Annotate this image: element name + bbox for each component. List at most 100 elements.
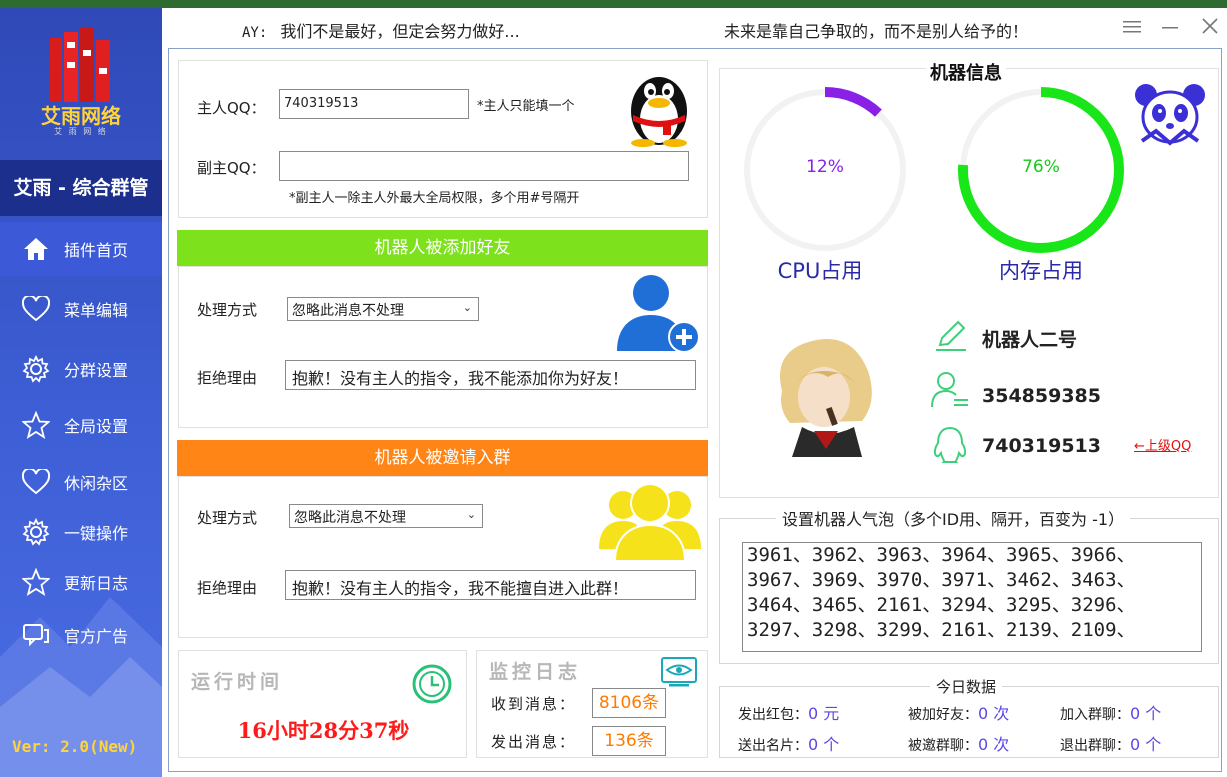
machine-title: 机器信息: [926, 59, 1006, 85]
home-icon: [18, 231, 54, 267]
stat-value: 0 次: [978, 735, 1010, 754]
stat-label: 被加好友：: [908, 707, 978, 723]
logo-subtitle: 艾 雨 网 络: [54, 127, 108, 136]
sidebar-item-leisure[interactable]: 休闲杂区: [0, 455, 162, 509]
group-icon: [599, 483, 701, 562]
owner-qq-link[interactable]: ←上级QQ: [1134, 435, 1191, 454]
close-icon[interactable]: [1198, 16, 1222, 40]
sidebar-item-official-ads[interactable]: 官方广告: [0, 608, 162, 662]
stat-value: 0 个: [1130, 735, 1162, 754]
sidebar-item-menu-edit[interactable]: 菜单编辑: [0, 282, 162, 336]
qq-penguin-icon: [631, 77, 687, 147]
bot-avatar: [762, 331, 888, 457]
logo-name: 艾雨网络: [41, 104, 121, 128]
chevron-down-icon: ⌄: [462, 301, 472, 314]
sub-qq-input[interactable]: [279, 151, 689, 181]
sub-qq-hint: *副主人一除主人外最大全局权限，多个用#号隔开: [289, 191, 580, 206]
minimize-icon[interactable]: [1158, 16, 1182, 40]
sidebar-item-global-settings[interactable]: 全局设置: [0, 398, 162, 452]
logo-icon: [50, 28, 110, 102]
sent-count: 136条: [592, 726, 666, 756]
sidebar-item-one-click[interactable]: 一键操作: [0, 505, 162, 559]
sidebar-item-label: 全局设置: [64, 417, 129, 436]
invite-band: 机器人被邀请入群: [177, 440, 708, 476]
runtime-value: 16小时28分37秒: [237, 718, 410, 743]
friend-reason-label: 拒绝理由: [197, 369, 258, 387]
stat-card: 送出名片：0 个: [738, 731, 839, 755]
sidebar-item-label: 分群设置: [64, 361, 129, 380]
friend-method-label: 处理方式: [197, 301, 258, 319]
bot-name: 机器人二号: [982, 329, 1078, 351]
stat-label: 退出群聊：: [1060, 738, 1130, 754]
received-label: 收到消息：: [491, 695, 577, 713]
received-count: 8106条: [592, 688, 666, 718]
sidebar: 艾雨网络 艾 雨 网 络 艾雨 - 综合群管 插件首页 菜单编辑 分群设置 全局…: [0, 8, 162, 777]
stat-left-group: 退出群聊：0 个: [1060, 731, 1161, 755]
add-friend-icon: [617, 275, 700, 353]
friend-method-select[interactable]: 忽略此消息不处理 ⌄: [287, 297, 479, 321]
cpu-percent: 12%: [806, 157, 844, 177]
owner-qq-display: 740319513: [982, 435, 1101, 457]
chat-icon: [18, 617, 54, 653]
main-qq-hint: *主人只能填一个: [477, 99, 575, 114]
stat-label: 加入群聊：: [1060, 707, 1130, 723]
sidebar-item-label: 休闲杂区: [64, 474, 129, 493]
invite-method-value: 忽略此消息不处理: [294, 510, 406, 526]
stat-label: 发出红包：: [738, 707, 808, 723]
friend-band: 机器人被添加好友: [177, 230, 708, 266]
motto-right: 未来是靠自己争取的，而不是别人给予的！: [724, 22, 1029, 41]
bubble-legend: 设置机器人气泡（多个ID用、隔开，百变为 -1）: [776, 506, 1131, 530]
sidebar-item-label: 菜单编辑: [64, 301, 129, 320]
clock-icon: [412, 664, 452, 704]
sidebar-item-label: 官方广告: [64, 627, 129, 646]
heart-icon: [18, 291, 54, 327]
app-title: 艾雨 - 综合群管: [0, 160, 162, 216]
stat-label: 被邀群聊：: [908, 738, 978, 754]
today-title: 今日数据: [930, 676, 1003, 697]
invite-method-select[interactable]: 忽略此消息不处理 ⌄: [289, 504, 483, 528]
sub-qq-label: 副主QQ：: [197, 159, 266, 177]
gear-icon: [18, 351, 54, 387]
panda-icon: [1135, 84, 1205, 146]
ay-prefix: AY:: [242, 25, 268, 41]
motto-left: AY: 我们不是最好，但定会努力做好...: [242, 18, 520, 42]
memory-label: 内存占用: [999, 259, 1083, 283]
owner-panel: 主人QQ： 740319513 *主人只能填一个 副主QQ： *副主人一除主人外…: [178, 60, 708, 218]
version-label: Ver: 2.0(New): [12, 737, 138, 756]
qq-outline-icon: [933, 426, 967, 463]
chevron-down-icon: ⌄: [466, 508, 476, 521]
stat-value: 0 个: [1130, 704, 1162, 723]
pencil-icon: [936, 320, 966, 351]
monitor-panel: 监控日志 收到消息： 8106条 发出消息： 136条: [476, 650, 708, 758]
sidebar-item-changelog[interactable]: 更新日志: [0, 555, 162, 609]
stat-label: 送出名片：: [738, 738, 808, 754]
title-bar: AY: 我们不是最好，但定会努力做好... 未来是靠自己争取的，而不是别人给予的…: [162, 8, 1227, 48]
main-qq-input[interactable]: 740319513: [279, 89, 469, 119]
friend-method-value: 忽略此消息不处理: [292, 303, 404, 319]
friend-reason-input[interactable]: 抱歉！没有主人的指令，我不能添加你为好友！: [285, 360, 696, 390]
stat-value: 0 个: [808, 735, 840, 754]
memory-percent: 76%: [1022, 157, 1060, 177]
top-strip: [0, 0, 1227, 8]
heart-icon: [18, 464, 54, 500]
user-id-icon: [931, 372, 968, 408]
bot-qq: 354859385: [982, 385, 1101, 407]
sidebar-item-home[interactable]: 插件首页: [0, 222, 162, 276]
monitor-title: 监控日志: [489, 661, 582, 683]
menu-icon[interactable]: [1120, 16, 1144, 40]
sidebar-item-group-settings[interactable]: 分群设置: [0, 342, 162, 396]
invite-reason-input[interactable]: 抱歉！没有主人的指令，我不能擅自进入此群！: [285, 570, 696, 600]
main-qq-label: 主人QQ：: [197, 99, 266, 117]
stat-value: 0 元: [808, 704, 840, 723]
sidebar-item-label: 更新日志: [64, 574, 129, 593]
bubble-id-textarea[interactable]: 3961、3962、3963、3964、3965、3966、3967、3969、…: [742, 542, 1202, 652]
friend-panel: 处理方式 忽略此消息不处理 ⌄ 拒绝理由 抱歉！没有主人的指令，我不能添加你为好…: [178, 266, 708, 428]
stat-invited: 被邀群聊：0 次: [908, 731, 1009, 755]
motto-left-text: 我们不是最好，但定会努力做好...: [280, 22, 520, 41]
sent-label: 发出消息：: [491, 733, 577, 751]
runtime-title: 运行时间: [191, 671, 284, 693]
stat-value: 0 次: [978, 704, 1010, 723]
invite-panel: 处理方式 忽略此消息不处理 ⌄ 拒绝理由 抱歉！没有主人的指令，我不能擅自进入此…: [178, 476, 708, 638]
sidebar-item-label: 插件首页: [64, 241, 129, 260]
stat-added-friend: 被加好友：0 次: [908, 700, 1009, 724]
